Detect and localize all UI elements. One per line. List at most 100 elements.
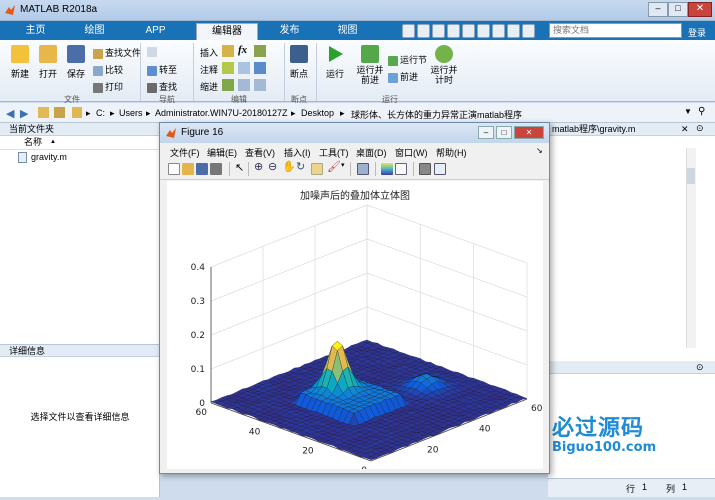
- save-figure-icon[interactable]: [196, 163, 208, 175]
- plot-area[interactable]: 加噪声后的叠加体立体图00.10.20.30.40204060204060: [167, 181, 543, 476]
- close-button[interactable]: ✕: [688, 2, 712, 17]
- fx-button[interactable]: fx: [238, 44, 247, 56]
- indent-button[interactable]: 缩进: [200, 80, 218, 93]
- qat-paste-icon[interactable]: [447, 24, 460, 38]
- maximize-button[interactable]: □: [668, 2, 688, 17]
- panel-menu-icon[interactable]: ⊙: [696, 123, 704, 134]
- colorbar-icon[interactable]: [381, 163, 393, 175]
- pan-icon[interactable]: ✋: [282, 160, 296, 173]
- grid-line: [210, 272, 368, 336]
- breadcrumb-project-folder[interactable]: 球形体、长方体的重力异常正演matlab程序: [351, 108, 522, 121]
- login-link[interactable]: 登录: [688, 26, 706, 39]
- close-icon[interactable]: ✕: [681, 124, 689, 135]
- advance-button[interactable]: 前进: [388, 70, 418, 83]
- forward-icon[interactable]: ▶: [20, 107, 28, 120]
- run-and-advance-button[interactable]: 运行并 前进: [354, 45, 386, 85]
- open-file-icon[interactable]: [182, 163, 194, 175]
- find-button[interactable]: 查找: [147, 80, 177, 93]
- wrap-comments-icon[interactable]: [238, 62, 250, 74]
- link-plot-icon[interactable]: [357, 163, 369, 175]
- minimize-button[interactable]: –: [648, 2, 668, 17]
- rotate-3d-icon[interactable]: ↻: [296, 160, 305, 173]
- search-folder-icon[interactable]: ⚲: [698, 106, 705, 117]
- figure-close-button[interactable]: ✕: [514, 126, 544, 139]
- group-divider: [140, 43, 141, 101]
- up-folder-icon[interactable]: [38, 107, 49, 118]
- tab-plots[interactable]: 绘图: [67, 23, 122, 40]
- run-section-button[interactable]: 运行节: [388, 53, 427, 66]
- print-figure-icon[interactable]: [210, 163, 222, 175]
- name-column-header[interactable]: 名称 ▲: [0, 136, 159, 150]
- uncomment-icon[interactable]: [254, 62, 266, 74]
- chart-title: 加噪声后的叠加体立体图: [300, 189, 410, 202]
- compare-button[interactable]: 比较: [93, 63, 123, 76]
- data-cursor-icon[interactable]: [311, 163, 323, 175]
- find-files-button[interactable]: 查找文件: [93, 46, 141, 59]
- tab-apps[interactable]: APP: [128, 23, 183, 40]
- search-documentation-input[interactable]: 搜索文档: [549, 23, 682, 38]
- tab-editor[interactable]: 编辑器: [196, 23, 258, 40]
- edit-plot-pointer-icon[interactable]: ↖: [235, 161, 244, 174]
- toolbar-separator: [350, 162, 351, 176]
- comment-button[interactable]: 注释: [200, 63, 218, 76]
- run-button[interactable]: 运行: [320, 45, 350, 80]
- figure-minimize-button[interactable]: –: [478, 126, 494, 139]
- increase-indent-icon[interactable]: [238, 79, 250, 91]
- zoom-in-icon[interactable]: ⊕: [254, 160, 263, 173]
- tab-home[interactable]: 主页: [8, 23, 63, 40]
- qat-redo-icon[interactable]: [477, 24, 490, 38]
- qat-layout-icon[interactable]: [507, 24, 520, 38]
- insert-label: 插入: [200, 48, 219, 58]
- panel-menu-icon[interactable]: ⊙: [696, 362, 704, 373]
- qat-help-icon[interactable]: [522, 24, 535, 38]
- open-button[interactable]: 打开: [33, 45, 63, 80]
- show-plot-tools-icon[interactable]: [434, 163, 446, 175]
- qat-save-icon[interactable]: [402, 24, 415, 38]
- breakpoints-button[interactable]: 断点: [284, 45, 314, 80]
- save-button[interactable]: 保存: [61, 45, 91, 80]
- y-tick-label: 40: [249, 427, 261, 437]
- scrollbar-thumb[interactable]: [687, 168, 695, 184]
- brush-icon[interactable]: 🖌: [327, 160, 341, 173]
- grid-line: [210, 238, 368, 302]
- goto-button[interactable]: 转至: [147, 63, 177, 76]
- breadcrumb-desktop[interactable]: Desktop: [301, 108, 334, 118]
- breadcrumb-drive[interactable]: C:: [96, 108, 105, 118]
- z-tick-label: 0.3: [191, 297, 205, 307]
- decrease-indent-icon[interactable]: [254, 79, 266, 91]
- sort-asc-icon: ▲: [50, 139, 56, 145]
- insert-function-icon[interactable]: [254, 45, 266, 57]
- insert-section-icon[interactable]: [222, 45, 234, 57]
- breadcrumb-users[interactable]: Users: [119, 108, 143, 118]
- tab-publish[interactable]: 发布: [262, 23, 317, 40]
- brush-dropdown-icon[interactable]: ▾: [341, 161, 345, 169]
- legend-icon[interactable]: [395, 163, 407, 175]
- qat-undo-icon[interactable]: [462, 24, 475, 38]
- y-tick-label: 60: [196, 408, 208, 418]
- percent-comment-icon[interactable]: [222, 62, 234, 74]
- new-button[interactable]: 新建: [5, 45, 35, 80]
- smart-indent-icon[interactable]: [222, 79, 234, 91]
- qat-copy-icon[interactable]: [432, 24, 445, 38]
- qat-switch-icon[interactable]: [492, 24, 505, 38]
- tab-view[interactable]: 视图: [320, 23, 375, 40]
- figure-window[interactable]: Figure 16 – □ ✕ 文件(F) 编辑(E) 查看(V) 插入(I) …: [159, 122, 550, 476]
- back-forward-button[interactable]: [147, 46, 159, 57]
- browse-folder-icon[interactable]: [54, 107, 65, 118]
- zoom-out-icon[interactable]: ⊖: [268, 160, 277, 173]
- run-time-label: 运行并 计时: [430, 65, 458, 85]
- file-list-item[interactable]: gravity.m: [0, 150, 159, 165]
- dock-arrow-icon[interactable]: ↘: [536, 146, 543, 155]
- address-dropdown-icon[interactable]: ▼: [684, 107, 692, 116]
- figure-toolbar: ↖ ⊕ ⊖ ✋ ↻ 🖌 ▾: [160, 158, 549, 180]
- print-button[interactable]: 打印: [93, 80, 123, 93]
- back-icon[interactable]: ◀: [6, 107, 14, 120]
- breadcrumb-administrator[interactable]: Administrator.WIN7U-20180127Z: [155, 108, 288, 118]
- run-and-time-button[interactable]: 运行并 计时: [428, 45, 460, 85]
- figure-maximize-button[interactable]: □: [496, 126, 512, 139]
- save-label: 保存: [66, 69, 85, 79]
- insert-button[interactable]: 插入: [200, 46, 218, 59]
- new-figure-icon[interactable]: [168, 163, 180, 175]
- hide-plot-tools-icon[interactable]: [419, 163, 431, 175]
- qat-cut-icon[interactable]: [417, 24, 430, 38]
